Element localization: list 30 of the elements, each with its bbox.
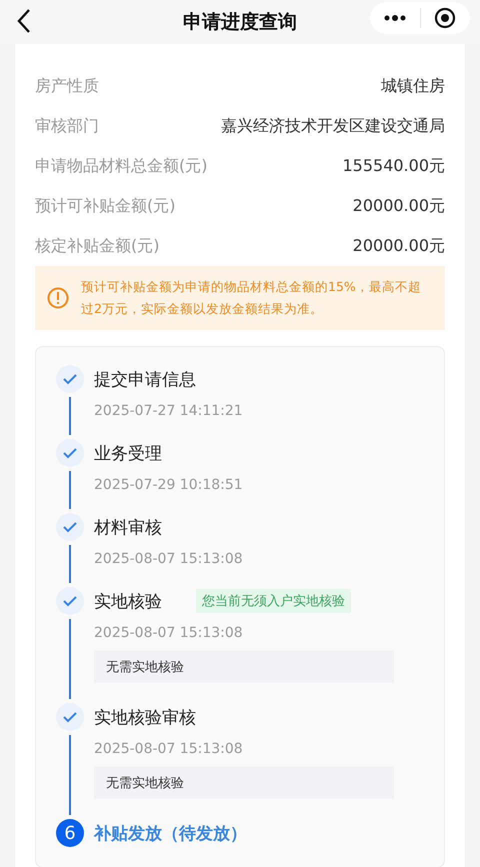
step-note: 无需实地核验 bbox=[94, 651, 394, 683]
field-label: 申请物品材料总金额(元) bbox=[35, 156, 208, 176]
field-label: 预计可补贴金额(元) bbox=[35, 196, 176, 216]
step-number: 6 bbox=[56, 819, 84, 847]
step-time: 2025-08-07 15:13:08 bbox=[94, 625, 244, 641]
step-time: 2025-08-07 15:13:08 bbox=[94, 551, 244, 567]
step-time: 2025-07-29 10:18:51 bbox=[94, 477, 244, 493]
notice-text: 预计可补贴金额为申请的物品材料总金额的15%，最高不超过2万元，实际金额以发放金额结果为准。 bbox=[81, 278, 422, 318]
step-title: 补贴发放（待发放） bbox=[94, 822, 247, 844]
step-title: 实地核验审核 bbox=[94, 706, 196, 728]
more-icon[interactable] bbox=[384, 15, 406, 21]
step-title: 提交申请信息 bbox=[94, 368, 196, 390]
field-value: 城镇住房 bbox=[381, 76, 445, 96]
warning-icon bbox=[47, 287, 69, 309]
field-label: 房产性质 bbox=[35, 76, 99, 96]
back-icon[interactable] bbox=[16, 8, 32, 34]
field-value: 20000.00元 bbox=[352, 236, 445, 256]
field-value: 嘉兴经济技术开发区建设交通局 bbox=[221, 116, 445, 136]
field-value: 20000.00元 bbox=[352, 196, 445, 216]
field-label: 核定补贴金额(元) bbox=[35, 236, 160, 256]
field-value: 155540.00元 bbox=[342, 156, 445, 176]
step-note: 无需实地核验 bbox=[94, 767, 394, 799]
step-title: 材料审核 bbox=[94, 516, 162, 538]
step-time: 2025-07-27 14:11:21 bbox=[94, 403, 244, 419]
step-title: 实地核验 bbox=[94, 590, 162, 612]
step-title: 业务受理 bbox=[94, 442, 162, 464]
page-title: 申请进度查询 bbox=[183, 10, 297, 35]
field-label: 审核部门 bbox=[35, 116, 99, 136]
status-tag: 您当前无须入户实地核验 bbox=[196, 589, 351, 613]
step-time: 2025-08-07 15:13:08 bbox=[94, 741, 244, 757]
